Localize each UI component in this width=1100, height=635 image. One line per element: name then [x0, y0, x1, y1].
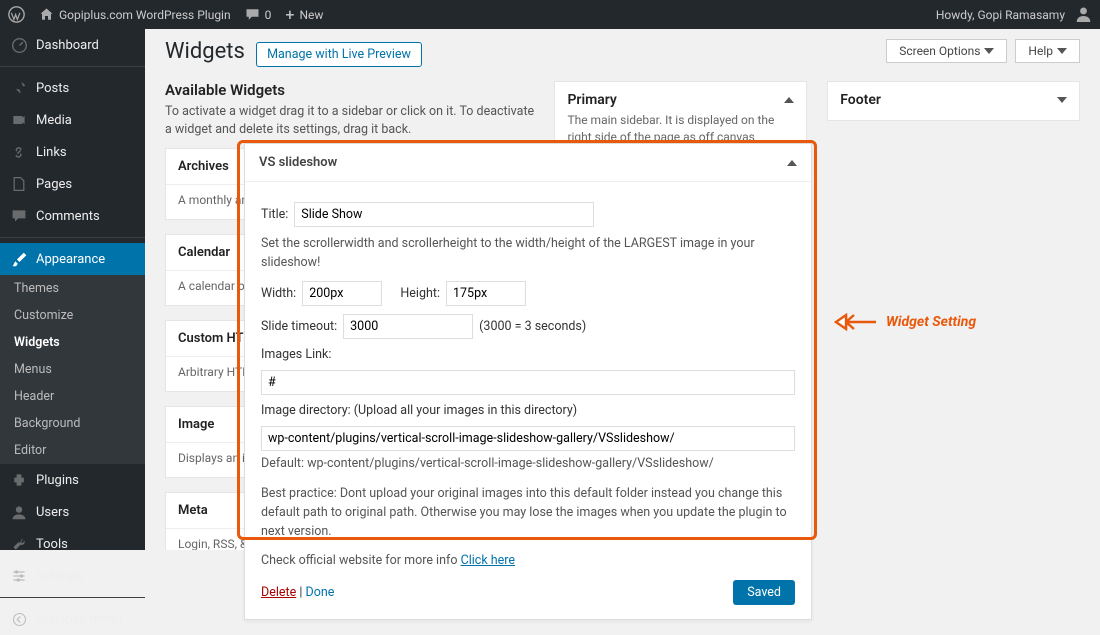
menu-label: Tools: [36, 537, 68, 552]
help-button[interactable]: Help: [1015, 39, 1080, 63]
menu-settings[interactable]: Settings: [0, 560, 145, 592]
menu-users[interactable]: Users: [0, 496, 145, 528]
sidebar-title: Primary: [567, 92, 616, 108]
user-icon: [10, 503, 28, 521]
site-name[interactable]: Gopiplus.com WordPress Plugin: [39, 7, 231, 22]
footer-sidebar-column: Footer: [827, 81, 1080, 550]
menu-links[interactable]: Links: [0, 136, 145, 168]
sidebar-title: Footer: [840, 92, 881, 108]
avatar-icon[interactable]: [1075, 5, 1092, 25]
menu-appearance[interactable]: Appearance: [0, 243, 145, 275]
width-input[interactable]: [302, 281, 382, 306]
delete-link[interactable]: Delete: [261, 585, 296, 600]
chevron-up-icon: [784, 97, 794, 103]
chevron-down-icon: [1057, 48, 1067, 54]
wrench-icon: [10, 535, 28, 553]
click-here-link[interactable]: Click here: [461, 553, 515, 568]
submenu-themes[interactable]: Themes: [0, 275, 145, 302]
done-link[interactable]: Done: [305, 585, 334, 600]
menu-media[interactable]: Media: [0, 104, 145, 136]
screen-options-button[interactable]: Screen Options: [886, 39, 1007, 63]
available-desc: To activate a widget drag it to a sideba…: [165, 103, 534, 138]
live-preview-button[interactable]: Manage with Live Preview: [256, 42, 422, 67]
size-note: Set the scrollerwidth and scrollerheight…: [261, 235, 795, 273]
site-name-label: Gopiplus.com WordPress Plugin: [59, 8, 231, 22]
timeout-hint: (3000 = 3 seconds): [479, 319, 586, 334]
media-icon: [10, 111, 28, 129]
appearance-submenu: Themes Customize Widgets Menus Header Ba…: [0, 275, 145, 464]
page-icon: [10, 175, 28, 193]
dir-input[interactable]: [261, 426, 795, 451]
height-label: Height:: [400, 286, 440, 301]
help-label: Help: [1028, 44, 1053, 58]
menu-tools[interactable]: Tools: [0, 528, 145, 560]
menu-label: Appearance: [36, 252, 105, 267]
comments-count: 0: [265, 8, 272, 22]
comments-bubble[interactable]: 0: [245, 7, 272, 22]
menu-label: Posts: [36, 81, 69, 96]
brush-icon: [10, 250, 28, 268]
menu-pages[interactable]: Pages: [0, 168, 145, 200]
submenu-editor[interactable]: Editor: [0, 437, 145, 464]
menu-label: Comments: [36, 209, 100, 224]
admin-bar: Gopiplus.com WordPress Plugin 0 +New How…: [0, 0, 1100, 29]
menu-dashboard[interactable]: Dashboard: [0, 29, 145, 61]
panel-title: VS slideshow: [259, 155, 337, 170]
images-link-label: Images Link:: [261, 347, 331, 362]
menu-label: Collapse menu: [36, 612, 122, 627]
panel-header[interactable]: VS slideshow: [245, 144, 811, 182]
chevron-down-icon: [1057, 97, 1067, 103]
menu-comments[interactable]: Comments: [0, 200, 145, 232]
check-site-text: Check official website for more info: [261, 553, 461, 568]
images-link-input[interactable]: [261, 370, 795, 395]
menu-posts[interactable]: Posts: [0, 72, 145, 104]
widget-settings-panel: VS slideshow Title: Set the scrollerwidt…: [244, 143, 812, 620]
sidebar-footer[interactable]: Footer: [827, 81, 1080, 121]
title-input[interactable]: [294, 202, 594, 227]
title-label: Title:: [261, 207, 288, 222]
height-input[interactable]: [446, 281, 526, 306]
screen-options-label: Screen Options: [899, 44, 980, 58]
admin-sidebar: Dashboard Posts Media Links Pages Commen…: [0, 29, 145, 550]
width-label: Width:: [261, 286, 296, 301]
menu-label: Users: [36, 505, 69, 520]
submenu-customize[interactable]: Customize: [0, 302, 145, 329]
howdy-text[interactable]: Howdy, Gopi Ramasamy: [936, 8, 1065, 22]
collapse-icon: [10, 610, 28, 628]
menu-collapse[interactable]: Collapse menu: [0, 603, 145, 635]
best-practice-note: Best practice: Dont upload your original…: [261, 485, 795, 541]
dir-label: Image directory: (Upload all your images…: [261, 403, 577, 418]
pin-icon: [10, 79, 28, 97]
wp-logo[interactable]: [8, 6, 25, 23]
timeout-input[interactable]: [343, 314, 473, 339]
submenu-menus[interactable]: Menus: [0, 356, 145, 383]
menu-label: Dashboard: [36, 38, 99, 53]
menu-label: Links: [36, 145, 67, 160]
saved-button[interactable]: Saved: [733, 580, 795, 605]
timeout-label: Slide timeout:: [261, 319, 337, 334]
page-title: Widgets: [165, 39, 245, 64]
plugin-icon: [10, 471, 28, 489]
menu-label: Plugins: [36, 473, 79, 488]
submenu-header[interactable]: Header: [0, 383, 145, 410]
menu-label: Settings: [36, 569, 83, 584]
new-label: New: [299, 8, 323, 22]
submenu-widgets[interactable]: Widgets: [0, 329, 145, 356]
submenu-background[interactable]: Background: [0, 410, 145, 437]
available-heading: Available Widgets: [165, 81, 534, 99]
chevron-up-icon: [787, 160, 797, 166]
new-content[interactable]: +New: [285, 7, 323, 23]
chevron-down-icon: [984, 48, 994, 54]
sliders-icon: [10, 567, 28, 585]
comment-icon: [10, 207, 28, 225]
menu-label: Pages: [36, 177, 72, 192]
link-icon: [10, 143, 28, 161]
dashboard-icon: [10, 36, 28, 54]
dir-default: Default: wp-content/plugins/vertical-scr…: [261, 455, 795, 474]
menu-plugins[interactable]: Plugins: [0, 464, 145, 496]
menu-label: Media: [36, 113, 72, 128]
